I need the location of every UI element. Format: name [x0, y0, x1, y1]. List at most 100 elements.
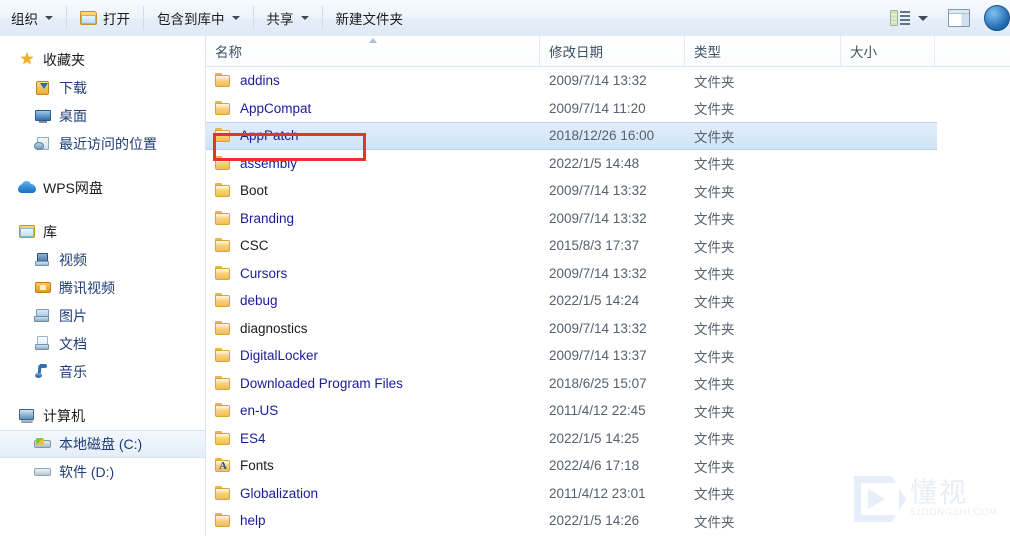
navigation-pane[interactable]: ★ 收藏夹 下载 桌面 最近访问的位置 WPS网盘 库 视频 腾讯视频 图片 文…	[0, 36, 206, 536]
file-name-label: Fonts	[240, 458, 274, 474]
sidebar-item-label: 桌面	[59, 108, 87, 124]
sidebar-item-videos[interactable]: 视频	[0, 246, 205, 274]
file-name-cell[interactable]: ES4	[206, 430, 540, 446]
toolbar-item-include-in-library[interactable]: 包含到库中	[146, 0, 251, 36]
sidebar-item-software-d[interactable]: 软件 (D:)	[0, 458, 205, 486]
file-name-label: debug	[240, 293, 278, 309]
file-type-cell: 文件夹	[694, 487, 735, 503]
file-name-cell[interactable]: en-US	[206, 403, 540, 418]
column-header-name[interactable]: 名称	[206, 36, 540, 66]
file-name-cell[interactable]: DigitalLocker	[206, 348, 540, 363]
table-row[interactable]: ES4 2022/1/5 14:25 文件夹	[206, 425, 1010, 453]
sidebar-item-recent-places[interactable]: 最近访问的位置	[0, 130, 205, 158]
sidebar-item-music[interactable]: 音乐	[0, 358, 205, 386]
library-icon	[18, 224, 36, 240]
table-row[interactable]: debug 2022/1/5 14:24 文件夹	[206, 287, 1010, 315]
change-view-button[interactable]	[880, 0, 916, 36]
table-row[interactable]: AppPatch 2018/12/26 16:00 文件夹	[206, 122, 937, 150]
file-type-cell: 文件夹	[694, 267, 735, 283]
table-row[interactable]: Branding 2009/7/14 13:32 文件夹	[206, 205, 1010, 233]
file-name-cell[interactable]: AppCompat	[206, 100, 540, 116]
file-list-pane[interactable]: 名称 修改日期 类型 大小 addins 2009/7/14 13:32 文件夹 Ap…	[206, 36, 1010, 536]
file-name-label: Cursors	[240, 265, 288, 281]
cloud-icon	[18, 180, 36, 196]
sort-ascending-icon	[368, 38, 377, 43]
toolbar-item-new-folder[interactable]: 新建文件夹	[325, 0, 415, 36]
folder-icon	[215, 128, 232, 143]
sidebar-item-libraries[interactable]: 库	[0, 218, 205, 246]
table-row[interactable]: Globalization 2011/4/12 23:01 文件夹	[206, 480, 1010, 508]
toolbar-separator	[321, 6, 323, 30]
file-name-cell[interactable]: assembly	[206, 155, 540, 171]
toolbar-item-share[interactable]: 共享	[256, 0, 320, 36]
computer-icon	[18, 408, 36, 424]
column-header-label: 类型	[694, 45, 721, 60]
sidebar-item-label: 收藏夹	[43, 52, 85, 68]
column-header-date-modified[interactable]: 修改日期	[540, 36, 685, 66]
file-date-cell: 2022/1/5 14:24	[549, 293, 640, 309]
file-name-cell[interactable]: Cursors	[206, 265, 540, 281]
sidebar-item-pictures[interactable]: 图片	[0, 302, 205, 330]
file-name-label: Boot	[240, 183, 268, 199]
folder-icon	[215, 155, 232, 171]
chevron-down-icon	[918, 15, 928, 21]
file-name-cell[interactable]: addins	[206, 73, 540, 88]
file-name-cell[interactable]: Globalization	[206, 485, 540, 501]
sidebar-item-local-disk-c[interactable]: 本地磁盘 (C:)	[0, 430, 205, 458]
column-header-size[interactable]: 大小	[841, 36, 935, 66]
table-row[interactable]: help 2022/1/5 14:26 文件夹	[206, 507, 1010, 535]
sidebar-item-documents[interactable]: 文档	[0, 330, 205, 358]
folder-icon	[215, 320, 232, 336]
toolbar-item-label: 共享	[266, 12, 294, 27]
file-date-cell: 2011/4/12 22:45	[549, 403, 646, 419]
table-row[interactable]: assembly 2022/1/5 14:48 文件夹	[206, 150, 1010, 178]
help-icon	[984, 5, 1010, 31]
toolbar-item-label: 组织	[11, 12, 38, 27]
file-name-cell[interactable]: help	[206, 513, 540, 528]
table-row[interactable]: diagnostics 2009/7/14 13:32 文件夹	[206, 315, 1010, 343]
file-date-cell: 2018/6/25 15:07	[549, 375, 647, 391]
music-icon	[34, 364, 52, 380]
file-type-cell: 文件夹	[694, 157, 735, 173]
table-row[interactable]: addins 2009/7/14 13:32 文件夹	[206, 67, 1010, 95]
preview-pane-button[interactable]	[938, 0, 980, 36]
change-view-dropdown[interactable]	[916, 0, 938, 36]
file-type-cell: 文件夹	[694, 212, 735, 228]
table-row[interactable]: A Fonts 2022/4/6 17:18 文件夹	[206, 452, 1010, 480]
sidebar-item-label: 视频	[59, 252, 87, 268]
sidebar-item-label: WPS网盘	[43, 180, 103, 196]
table-row[interactable]: DigitalLocker 2009/7/14 13:37 文件夹	[206, 342, 1010, 370]
desktop-icon	[34, 108, 52, 124]
sidebar-item-downloads[interactable]: 下载	[0, 74, 205, 102]
file-name-cell[interactable]: CSC	[206, 238, 540, 253]
sidebar-item-label: 库	[43, 224, 57, 240]
table-row[interactable]: en-US 2011/4/12 22:45 文件夹	[206, 397, 1010, 425]
file-rows[interactable]: addins 2009/7/14 13:32 文件夹 AppCompat 2009/7/…	[206, 67, 1010, 535]
file-name-cell[interactable]: diagnostics	[206, 320, 540, 336]
table-row[interactable]: Cursors 2009/7/14 13:32 文件夹	[206, 260, 1010, 288]
file-name-cell[interactable]: Branding	[206, 210, 540, 226]
file-name-cell[interactable]: Boot	[206, 183, 540, 198]
table-row[interactable]: AppCompat 2009/7/14 11:20 文件夹	[206, 95, 1010, 123]
table-row[interactable]: CSC 2015/8/3 17:37 文件夹	[206, 232, 1010, 260]
table-row[interactable]: Boot 2009/7/14 13:32 文件夹	[206, 177, 1010, 205]
help-button[interactable]	[980, 0, 1010, 36]
toolbar-item-organize[interactable]: 组织	[0, 0, 64, 36]
table-row[interactable]: Downloaded Program Files 2018/6/25 15:07 文…	[206, 370, 1010, 398]
sidebar-item-desktop[interactable]: 桌面	[0, 102, 205, 130]
file-name-cell[interactable]: Downloaded Program Files	[206, 375, 540, 391]
file-name-cell[interactable]: AppPatch	[206, 128, 540, 143]
toolbar-item-open[interactable]: 打开	[69, 0, 141, 36]
column-header-type[interactable]: 类型	[685, 36, 841, 66]
file-name-cell[interactable]: A Fonts	[206, 458, 540, 473]
preview-pane-icon	[948, 9, 970, 27]
chevron-down-icon	[45, 16, 53, 20]
file-date-cell: 2022/1/5 14:26	[549, 513, 640, 529]
sidebar-item-wps-cloud[interactable]: WPS网盘	[0, 174, 205, 202]
sidebar-item-favorites[interactable]: ★ 收藏夹	[0, 46, 205, 74]
file-name-cell[interactable]: debug	[206, 293, 540, 308]
sidebar-item-computer[interactable]: 计算机	[0, 402, 205, 430]
file-type-cell: 文件夹	[694, 404, 735, 420]
download-icon	[34, 80, 52, 96]
sidebar-item-tencent-video[interactable]: 腾讯视频	[0, 274, 205, 302]
